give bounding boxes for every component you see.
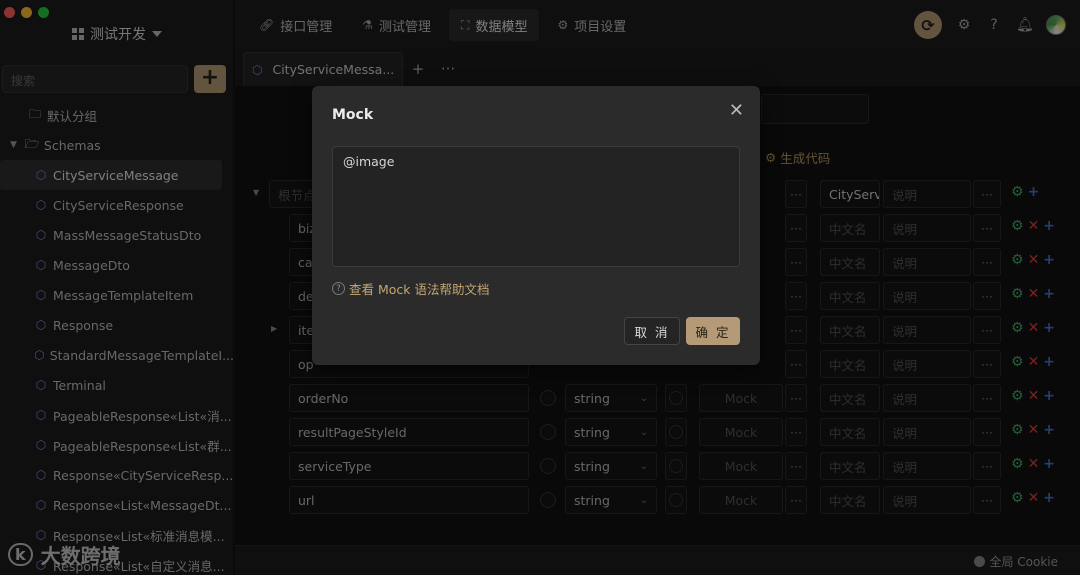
cancel-button[interactable]: 取 消	[624, 317, 680, 345]
close-icon[interactable]: ✕	[729, 100, 744, 121]
mock-help-link[interactable]: ? 查看 Mock 语法帮助文档	[332, 279, 490, 298]
mock-help-label: 查看 Mock 语法帮助文档	[349, 282, 490, 297]
dialog-title: Mock	[332, 107, 374, 123]
question-icon: ?	[332, 282, 345, 295]
mock-dialog: Mock ✕ @image ? 查看 Mock 语法帮助文档 取 消 确 定	[312, 86, 760, 365]
confirm-button[interactable]: 确 定	[686, 317, 740, 345]
mock-textarea[interactable]: @image	[332, 146, 740, 267]
